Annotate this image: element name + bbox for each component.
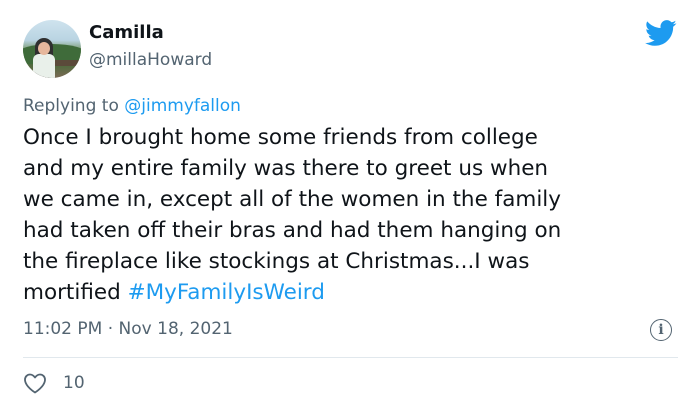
avatar[interactable] bbox=[23, 20, 81, 78]
user-handle[interactable]: @millaHoward bbox=[89, 50, 212, 70]
replying-to: Replying to @jimmyfallon bbox=[23, 96, 241, 116]
like-button[interactable]: 10 bbox=[23, 372, 85, 394]
tweet-line: Once I brought home some friends from co… bbox=[23, 125, 538, 150]
avatar-shirt bbox=[33, 54, 55, 78]
hashtag-link[interactable]: #MyFamilyIsWeird bbox=[128, 280, 325, 305]
tweet-date[interactable]: Nov 18, 2021 bbox=[119, 319, 233, 339]
tweet-line: and my entire family was there to greet … bbox=[23, 156, 549, 181]
reply-mention-link[interactable]: @jimmyfallon bbox=[124, 96, 241, 116]
heart-icon[interactable] bbox=[23, 372, 47, 394]
tweet-line: the fireplace like stockings at Christma… bbox=[23, 249, 530, 274]
info-icon[interactable]: i bbox=[650, 319, 672, 341]
replying-to-label: Replying to bbox=[23, 96, 125, 116]
display-name[interactable]: Camilla bbox=[89, 22, 164, 43]
avatar-railing bbox=[53, 60, 81, 66]
tweet-line: we came in, except all of the women in t… bbox=[23, 187, 561, 212]
divider bbox=[23, 357, 678, 358]
twitter-bird-icon[interactable] bbox=[645, 20, 677, 47]
tweet-line: mortified bbox=[23, 280, 128, 305]
tweet-line: had taken off their bras and had them ha… bbox=[23, 218, 562, 243]
meta-separator: · bbox=[102, 319, 119, 339]
tweet-timestamp[interactable]: 11:02 PM · Nov 18, 2021 bbox=[23, 319, 233, 339]
avatar-face bbox=[38, 42, 50, 55]
tweet-time[interactable]: 11:02 PM bbox=[23, 319, 102, 339]
tweet-text: Once I brought home some friends from co… bbox=[23, 122, 683, 308]
like-count: 10 bbox=[63, 373, 85, 393]
